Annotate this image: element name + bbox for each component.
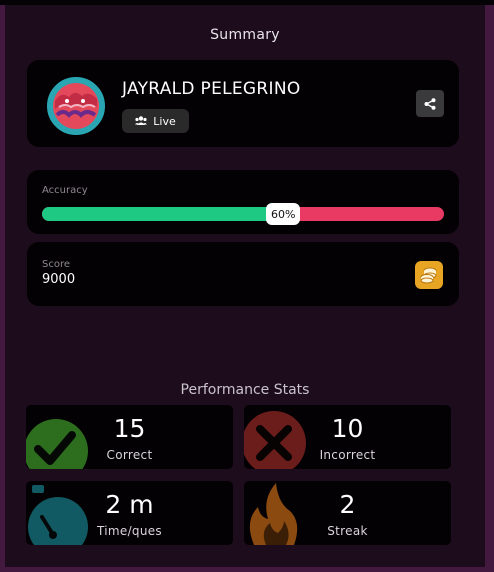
stat-value: 2 [339, 490, 356, 519]
share-icon [424, 97, 436, 110]
accuracy-percent: 60% [266, 203, 301, 225]
stat-label: Correct [106, 448, 153, 462]
share-button[interactable] [416, 90, 444, 117]
group-icon [135, 115, 148, 128]
live-label: Live [153, 114, 176, 128]
score-label: Score [42, 259, 71, 270]
accuracy-card: Accuracy 60% [27, 170, 459, 234]
player-card: JAYRALD PELEGRINO Live [27, 60, 459, 147]
stat-label: Incorrect [319, 448, 376, 462]
accuracy-bar [42, 207, 444, 221]
stat-value: 15 [113, 414, 146, 443]
score-value: 9000 [42, 272, 76, 287]
stat-time-per-question: 2 m Time/ques [26, 481, 233, 545]
stat-value: 2 m [105, 490, 154, 519]
summary-title: Summary [210, 27, 280, 43]
accuracy-bar-fill [42, 207, 284, 221]
coins-button[interactable] [415, 261, 443, 289]
monster-avatar-icon [47, 77, 105, 135]
stat-value: 10 [331, 414, 364, 443]
coins-icon [420, 267, 437, 284]
stat-correct: 15 Correct [26, 405, 233, 469]
accuracy-label: Accuracy [42, 185, 88, 196]
stat-label: Streak [327, 524, 368, 538]
stat-label: Time/ques [97, 524, 162, 538]
performance-title: Performance Stats [180, 382, 310, 398]
player-name: JAYRALD PELEGRINO [122, 79, 301, 99]
stat-incorrect: 10 Incorrect [244, 405, 451, 469]
score-card: Score 9000 [27, 242, 459, 306]
stat-streak: 2 Streak [244, 481, 451, 545]
live-badge: Live [122, 109, 189, 133]
